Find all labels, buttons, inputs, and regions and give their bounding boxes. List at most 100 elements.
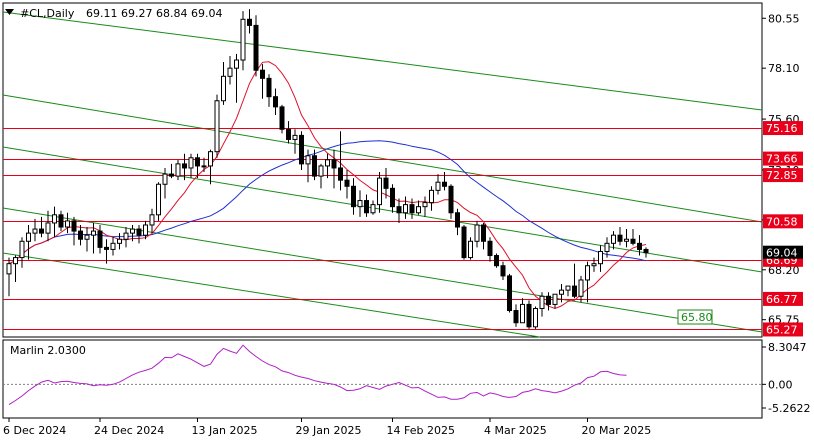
candle-body (331, 159, 337, 169)
candle-body (565, 285, 571, 291)
candle-body (201, 165, 207, 168)
price-level-tag-label: 70.58 (766, 215, 798, 228)
candle-body (572, 285, 577, 297)
candle-body (71, 220, 77, 232)
candle-body (520, 303, 525, 324)
chart-symbol: #CL,Daily (20, 7, 75, 20)
candle-body (19, 240, 25, 259)
candle-body (182, 163, 187, 169)
price-level-tag-label: 73.66 (766, 153, 798, 166)
candle-body (91, 230, 96, 236)
candle-body (260, 69, 265, 79)
candle-body (110, 242, 116, 250)
candle-body (32, 228, 38, 234)
candle-body (624, 238, 629, 242)
candle-body (273, 96, 278, 108)
candle-body (39, 228, 44, 234)
candle-body (461, 226, 467, 259)
candle-body (312, 155, 317, 177)
x-tick-label: 29 Jan 2025 (296, 424, 362, 437)
candle-body (383, 177, 389, 189)
candle-body (253, 24, 259, 71)
candle-body (58, 214, 64, 228)
candle-body (162, 173, 168, 185)
candle-body (123, 232, 129, 240)
candle-body (292, 134, 298, 140)
candle-body (305, 155, 311, 165)
candle-body (591, 263, 597, 267)
candle-body (195, 157, 200, 167)
candle-body (279, 106, 285, 130)
candle-body (117, 238, 122, 244)
candle-body (175, 163, 181, 177)
candle-body (617, 234, 623, 242)
candle-body (227, 67, 233, 77)
candle-body (435, 181, 441, 191)
candle-body (344, 179, 350, 187)
candle-body (370, 204, 376, 214)
candle-body (500, 265, 506, 277)
main-plot-frame (2, 2, 763, 338)
x-tick-label: 4 Mar 2025 (484, 424, 547, 437)
candle-body (552, 293, 558, 305)
candle-body (104, 246, 109, 250)
candle-body (234, 59, 239, 69)
candle-body (377, 177, 382, 206)
candle-body (156, 183, 161, 216)
candle-body (604, 242, 610, 252)
candle-body (539, 295, 545, 309)
candle-body (221, 75, 226, 102)
candle-body (318, 165, 324, 177)
indicator-plot-frame (2, 339, 763, 419)
candle-body (240, 18, 246, 61)
last-price-label: 69.04 (766, 247, 798, 260)
candle-body (52, 214, 57, 224)
candle-body (143, 224, 148, 236)
candle-body (455, 212, 460, 228)
candle-body (409, 204, 415, 214)
x-tick-label: 14 Feb 2025 (387, 424, 455, 437)
oscillator-y-tick-label: 8.3047 (768, 341, 807, 354)
candle-body (396, 206, 402, 214)
y-tick-label: 78.10 (768, 62, 800, 75)
candle-body (494, 255, 499, 267)
candle-body (585, 265, 590, 281)
candle-body (97, 230, 103, 248)
candle-body (559, 289, 564, 295)
oscillator-y-tick-label: 0.00 (768, 378, 793, 391)
price-level-tag-label: 66.77 (766, 293, 798, 306)
candle-body (416, 206, 421, 214)
y-tick-label: 80.55 (768, 12, 800, 25)
candle-body (533, 307, 538, 328)
candle-body (286, 128, 291, 140)
candle-body (364, 200, 369, 214)
candle-body (422, 202, 428, 208)
candle-body (84, 234, 90, 240)
oscillator-y-tick-label: -5.2622 (768, 402, 810, 415)
candle-body (13, 257, 18, 265)
candle-body (325, 159, 330, 167)
candle-body (507, 275, 512, 312)
candle-body (6, 263, 12, 275)
candle-body (65, 220, 70, 228)
candle-body (487, 240, 493, 257)
x-tick-label: 24 Dec 2024 (94, 424, 164, 437)
candle-body (188, 157, 194, 169)
candle-body (637, 242, 642, 250)
candle-body (45, 222, 51, 234)
candle-body (598, 250, 603, 265)
x-tick-label: 20 Mar 2025 (582, 424, 652, 437)
candle-body (149, 214, 155, 226)
candle-body (247, 18, 252, 26)
chart-ohlc: 69.11 69.27 68.84 69.04 (86, 7, 222, 20)
channel-label: 65.80 (681, 311, 713, 324)
candle-body (78, 230, 83, 240)
candle-body (448, 185, 454, 214)
candle-body (136, 228, 142, 236)
candle-body (578, 279, 584, 297)
price-level-tag-label: 75.16 (766, 122, 798, 135)
candle-body (526, 303, 532, 328)
indicator-name: Marlin 2.0300 (10, 344, 86, 357)
x-tick-label: 13 Jan 2025 (192, 424, 258, 437)
x-tick-label: 6 Dec 2024 (3, 424, 66, 437)
